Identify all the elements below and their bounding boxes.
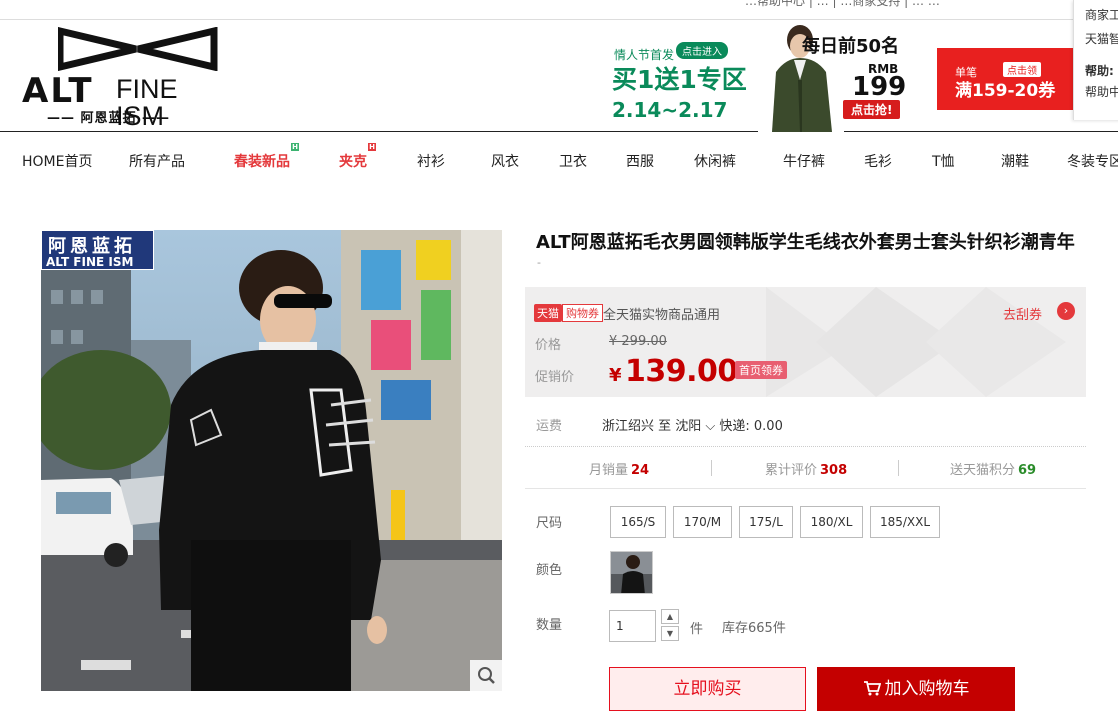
nav-item-suit[interactable]: 西服 [626,151,654,171]
logo-text-cn: —— 阿恩蓝拓 —— [47,111,171,126]
product-subtitle: - [537,256,541,269]
quantity-label: 数量 [536,618,563,633]
coupon-banner-line2: 满159-20券 [955,81,1056,101]
category-nav: HOME首页 所有产品 春装新品 H 夹克 H 衬衫 风衣 卫衣 西服 休闲裤 牛仔… [0,133,1118,189]
nav-item-casual-pants[interactable]: 休闲裤 [694,151,736,171]
shipping-value[interactable]: 浙江绍兴 至 沈阳 ⌵ 快递: 0.00 [602,415,783,434]
size-option[interactable]: 185/XXL [870,506,940,538]
page: …帮助中心 | … | …商家支持 | … … ALT FINE ISM —— … [0,0,1118,715]
coupon-claim-button[interactable]: 点击领 [1003,62,1041,77]
product-photo [41,230,502,691]
side-popup-item[interactable]: 帮助中 [1085,83,1118,100]
monthly-sales-label: 月销量 [589,463,629,478]
coupon-description: 全天猫实物商品通用 [603,308,721,323]
size-label: 尺码 [536,516,563,531]
image-brand-badge: 阿恩蓝拓 ALT FINE ISM [41,230,154,270]
monthly-sales-value: 24 [631,463,650,478]
color-label: 颜色 [536,563,563,578]
arrow-right-icon[interactable]: › [1057,302,1075,320]
side-popup-heading: 帮助: [1085,64,1114,78]
hot-badge-icon: H [368,143,376,151]
current-price: 139.00 [625,354,738,389]
promo-banner[interactable]: 情人节首发 点击进入 买1送1专区 2.14~2.17 每日前50名 RMB 1… [610,20,920,132]
color-swatch[interactable] [610,551,653,594]
stats-row: 月销量 24 累计评价 308 送天猫积分 69 [525,447,1086,489]
shopping-coupon-tag: 购物券 [562,304,603,322]
logo-text-bold: ALT [22,71,94,111]
quantity-unit: 件 [690,622,704,637]
quantity-input[interactable]: 1 [609,610,656,642]
cart-icon [863,681,881,696]
add-to-cart-button[interactable]: 加入购物车 [817,667,1015,711]
shipping-label: 运费 [536,419,563,434]
side-popup-item[interactable]: 商家工 [1085,6,1118,23]
promo-price-label: 促销价 [535,370,575,385]
tmall-points: 送天猫积分 69 [950,459,1036,478]
price-label: 价格 [535,338,562,353]
currency-symbol: ¥ [609,365,622,386]
quantity-decrease-icon[interactable]: ▼ [661,626,679,641]
nav-item-shoes[interactable]: 潮鞋 [1001,151,1029,171]
promo-enter-button[interactable]: 点击进入 [676,42,728,59]
size-option[interactable]: 180/XL [800,506,863,538]
points-label: 送天猫积分 [950,463,1016,478]
nav-item-shirt[interactable]: 衬衫 [417,151,445,171]
product-title: ALT阿恩蓝拓毛衣男圆领韩版学生毛线衣外套男士套头针织衫潮青年 [536,232,1075,253]
points-value: 69 [1018,463,1037,478]
nav-item-label: 夹克 [339,154,367,170]
size-option[interactable]: 165/S [610,506,666,538]
brand-logo[interactable]: ALT FINE ISM —— 阿恩蓝拓 —— [22,25,222,130]
header: ALT FINE ISM —— 阿恩蓝拓 —— 情人节首发 点击进入 买1送1专… [0,20,1118,132]
buy-now-button[interactable]: 立即购买 [609,667,806,711]
grab-button[interactable]: 点击抢! [843,100,901,119]
nav-item-sweater[interactable]: 毛衫 [864,151,892,171]
nav-item-hoodie[interactable]: 卫衣 [559,151,587,171]
product-main-image[interactable]: 阿恩蓝拓 ALT FINE ISM [41,230,502,691]
tmall-tag: 天猫 [534,304,562,322]
stock-count: 库存665件 [722,621,786,636]
reviews-value: 308 [820,463,848,478]
zoom-button[interactable] [470,660,502,691]
nav-item-tshirt[interactable]: T恤 [932,151,955,171]
reviews-label: 累计评价 [765,463,818,478]
original-price: ¥ 299.00 [609,334,667,349]
home-coupon-badge[interactable]: 首页领券 [735,361,787,379]
scratch-coupon-link[interactable]: 去刮券 [1003,304,1042,323]
nav-item-jacket[interactable]: 夹克 H [339,143,376,171]
top-bar: …帮助中心 | … | …商家支持 | … … [0,0,1118,20]
promo-main-text: 买1送1专区 [612,65,747,94]
add-to-cart-label: 加入购物车 [884,679,970,699]
color-swatch-thumbnail [611,552,652,593]
image-brand-en: ALT FINE ISM [46,255,134,269]
nav-item-all-products[interactable]: 所有产品 [129,151,185,171]
bowtie-logo-icon [58,27,218,71]
price-panel: 天猫 购物券 全天猫实物商品通用 去刮券 › 价格 ¥ 299.00 促销价 ¥… [525,287,1086,397]
hot-badge-icon: H [291,143,299,151]
monthly-sales: 月销量 24 [589,459,649,478]
nav-item-home[interactable]: HOME首页 [22,151,92,171]
size-option[interactable]: 170/M [673,506,732,538]
coupon-banner[interactable]: 单笔 点击领 满159-20券 [937,48,1077,110]
nav-item-label: 春装新品 [234,154,290,170]
top-links[interactable]: …帮助中心 | … | …商家支持 | … … [745,0,940,9]
side-popup-item[interactable]: 天猫智 [1085,30,1118,47]
shipping-row: 运费 浙江绍兴 至 沈阳 ⌵ 快递: 0.00 [525,397,1086,447]
promo-price: 199 [852,72,907,102]
nav-item-jeans[interactable]: 牛仔裤 [783,151,825,171]
size-option[interactable]: 175/L [739,506,793,538]
divider [711,460,712,476]
divider [898,460,899,476]
nav-item-trench[interactable]: 风衣 [491,151,519,171]
promo-date: 2.14~2.17 [612,98,728,122]
side-popup-menu: 商家工 天猫智 帮助: 帮助中 [1073,0,1118,120]
daily-limit-text: 每日前50名 [802,36,900,57]
magnifier-icon [478,667,495,684]
nav-item-winter[interactable]: 冬装专区 [1067,151,1118,171]
cumulative-reviews[interactable]: 累计评价 308 [765,459,847,478]
nav-item-spring-new[interactable]: 春装新品 H [234,143,299,171]
quantity-increase-icon[interactable]: ▲ [661,609,679,624]
